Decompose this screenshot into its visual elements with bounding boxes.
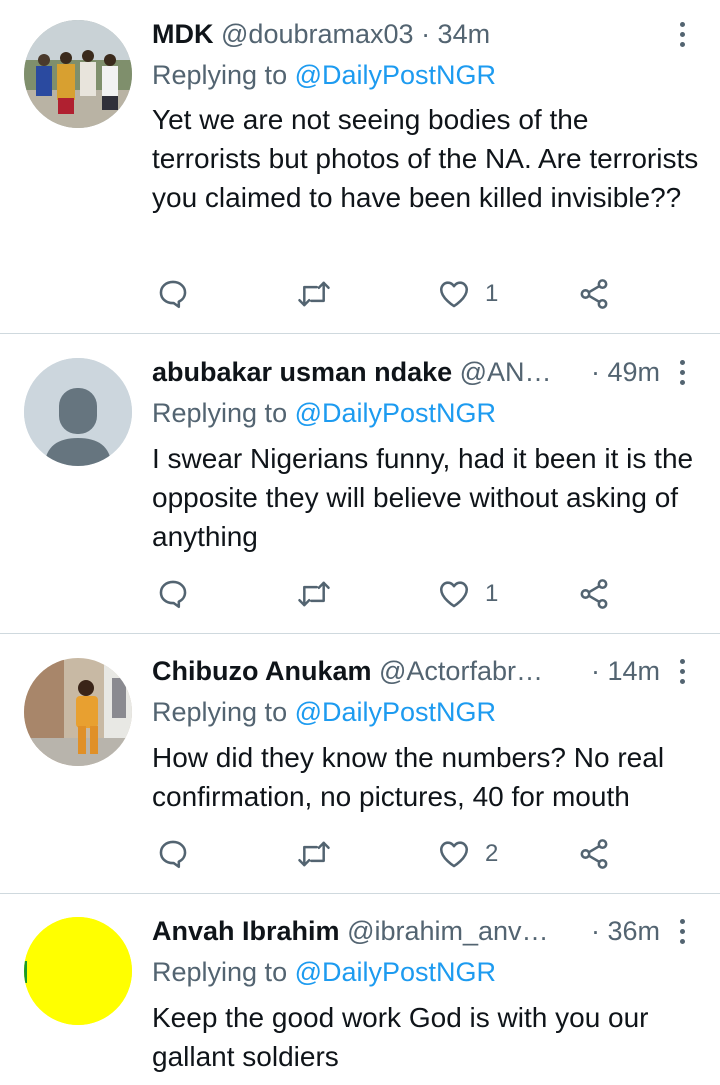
replying-to: Replying to @DailyPostNGR <box>152 954 496 990</box>
retweet-button[interactable] <box>296 274 346 314</box>
replying-to-label: Replying to <box>152 398 288 428</box>
replying-to: Replying to @DailyPostNGR <box>152 694 496 730</box>
divider <box>0 333 720 334</box>
retweet-icon <box>296 577 332 611</box>
tweet-text: How did they know the numbers? No real c… <box>152 742 665 812</box>
timestamp[interactable]: · 34m <box>421 19 490 49</box>
like-button[interactable]: 1 <box>437 274 498 314</box>
share-button[interactable] <box>577 274 611 314</box>
author-name[interactable]: Anvah Ibrahim <box>152 916 340 946</box>
reply-icon <box>156 277 190 311</box>
retweet-button[interactable] <box>296 834 346 874</box>
reply-button[interactable] <box>156 834 204 874</box>
like-count: 2 <box>485 840 499 867</box>
author-name[interactable]: abubakar usman ndake <box>152 357 452 387</box>
author-handle[interactable]: @Actorfabr… <box>379 656 543 686</box>
timestamp[interactable]: · 36m <box>582 913 660 949</box>
tweet-header: MDK @doubramax03 · 34m <box>152 16 660 52</box>
tweet-text: Keep the good work God is with you our g… <box>152 1002 649 1072</box>
reply-icon <box>156 577 190 611</box>
tweet-actions: 2 <box>152 834 652 874</box>
tweet-header: Chibuzo Anukam @Actorfabr… · 14m <box>152 653 660 689</box>
avatar[interactable] <box>24 20 132 128</box>
more-icon[interactable] <box>672 16 692 52</box>
default-avatar[interactable] <box>24 358 132 466</box>
like-icon <box>437 577 471 611</box>
share-icon <box>577 277 611 311</box>
retweet-icon <box>296 837 332 871</box>
more-icon[interactable] <box>672 653 692 689</box>
share-button[interactable] <box>577 574 611 614</box>
author-handle[interactable]: @ibrahim_anv… <box>347 916 549 946</box>
mention-link[interactable]: @DailyPostNGR <box>295 697 496 727</box>
like-count: 1 <box>485 280 499 307</box>
reply-button[interactable] <box>156 574 204 614</box>
tweet-header: abubakar usman ndake @AN… · 49m <box>152 354 660 390</box>
divider <box>0 633 720 634</box>
share-icon <box>577 837 611 871</box>
mention-link[interactable]: @DailyPostNGR <box>295 398 496 428</box>
avatar[interactable] <box>24 658 132 766</box>
avatar[interactable] <box>24 917 132 1025</box>
replying-to-label: Replying to <box>152 957 288 987</box>
replying-to-label: Replying to <box>152 697 288 727</box>
reply-button[interactable] <box>156 274 204 314</box>
author-handle[interactable]: @AN… <box>460 357 552 387</box>
tweet-text: Yet we are not seeing bodies of the terr… <box>152 104 699 213</box>
retweet-icon <box>296 277 332 311</box>
author-name[interactable]: Chibuzo Anukam <box>152 656 372 686</box>
retweet-button[interactable] <box>296 574 346 614</box>
tweet-header: Anvah Ibrahim @ibrahim_anv… · 36m <box>152 913 660 949</box>
tweet-text: I swear Nigerians funny, had it been it … <box>152 443 694 552</box>
timestamp[interactable]: · 49m <box>582 354 660 390</box>
share-icon <box>577 577 611 611</box>
mention-link[interactable]: @DailyPostNGR <box>295 60 496 90</box>
more-icon[interactable] <box>672 354 692 390</box>
reply-icon <box>156 837 190 871</box>
like-count: 1 <box>485 580 499 607</box>
like-button[interactable]: 1 <box>437 574 498 614</box>
replying-to: Replying to @DailyPostNGR <box>152 395 496 431</box>
tweet-actions: 1 <box>152 274 652 314</box>
author-handle[interactable]: @doubramax03 <box>221 19 414 49</box>
replying-to-label: Replying to <box>152 60 288 90</box>
timestamp[interactable]: · 14m <box>582 653 660 689</box>
tweet-actions: 1 <box>152 574 652 614</box>
more-icon[interactable] <box>672 913 692 949</box>
like-icon <box>437 277 471 311</box>
share-button[interactable] <box>577 834 611 874</box>
divider <box>0 893 720 894</box>
author-name[interactable]: MDK <box>152 19 214 49</box>
replying-to: Replying to @DailyPostNGR <box>152 57 496 93</box>
like-icon <box>437 837 471 871</box>
mention-link[interactable]: @DailyPostNGR <box>295 957 496 987</box>
like-button[interactable]: 2 <box>437 834 498 874</box>
